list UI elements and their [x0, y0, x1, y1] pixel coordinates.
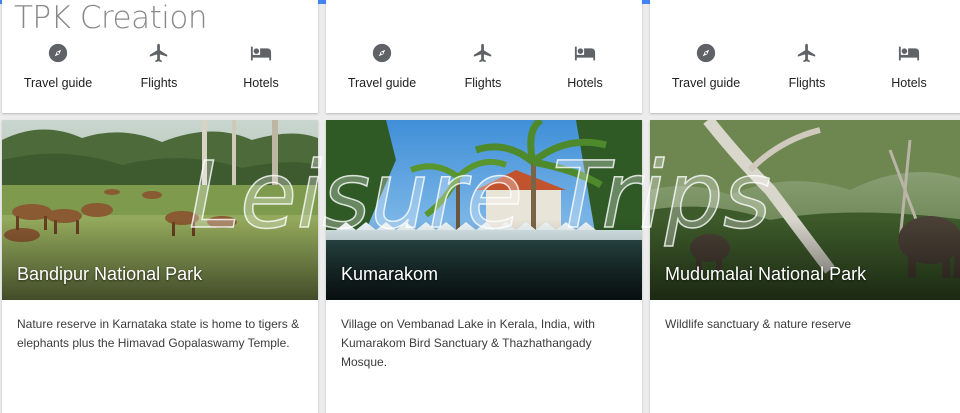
destination-photo[interactable]: Kumarakom	[326, 120, 642, 300]
flights-label: Flights	[788, 76, 826, 90]
destination-column: Travel guide Flights Hotels	[650, 0, 960, 413]
travel-guide-button[interactable]: Travel guide	[651, 42, 761, 90]
compass-icon	[651, 42, 761, 66]
actions-card: Travel guide Flights Hotels	[326, 0, 642, 113]
destination-card[interactable]: Kumarakom Village on Vembanad Lake in Ke…	[326, 120, 642, 413]
destination-title: Bandipur National Park	[17, 264, 203, 284]
destination-title: Mudumalai National Park	[665, 264, 867, 284]
hotels-label: Hotels	[891, 76, 927, 90]
hotels-label: Hotels	[243, 76, 279, 90]
travel-guide-label: Travel guide	[23, 76, 93, 90]
destination-card[interactable]: Bandipur National Park Nature reserve in…	[2, 120, 318, 413]
destination-description: Wildlife sanctuary & nature reserve	[665, 317, 852, 331]
destination-description: Nature reserve in Karnataka state is hom…	[17, 317, 300, 350]
compass-icon	[3, 42, 113, 66]
flights-label: Flights	[464, 76, 502, 90]
bed-icon	[206, 42, 316, 66]
bed-icon	[530, 42, 640, 66]
flights-button[interactable]: Flights	[752, 42, 862, 90]
airplane-icon	[104, 42, 214, 66]
travel-guide-label: Travel guide	[671, 76, 741, 90]
travel-guide-button[interactable]: Travel guide	[327, 42, 437, 90]
hotels-button[interactable]: Hotels	[530, 42, 640, 90]
destination-photo[interactable]: Bandipur National Park	[2, 120, 318, 300]
bed-icon	[854, 42, 960, 66]
destination-card[interactable]: Mudumalai National Park Wildlife sanctua…	[650, 120, 960, 413]
destination-column: Travel guide Flights Hotels	[2, 0, 318, 413]
flights-label: Flights	[140, 76, 178, 90]
flights-button[interactable]: Flights	[428, 42, 538, 90]
hotels-label: Hotels	[567, 76, 603, 90]
airplane-icon	[428, 42, 538, 66]
brand-watermark: TPK Creation	[14, 0, 207, 36]
airplane-icon	[752, 42, 862, 66]
travel-guide-label: Travel guide	[347, 76, 417, 90]
destination-title: Kumarakom	[341, 264, 439, 284]
flights-button[interactable]: Flights	[104, 42, 214, 90]
destination-photo[interactable]: Mudumalai National Park	[650, 120, 960, 300]
hotels-button[interactable]: Hotels	[854, 42, 960, 90]
destination-description: Village on Vembanad Lake in Kerala, Indi…	[341, 317, 595, 369]
destination-column: Travel guide Flights Hotels	[326, 0, 642, 413]
compass-icon	[327, 42, 437, 66]
travel-guide-button[interactable]: Travel guide	[3, 42, 113, 90]
hotels-button[interactable]: Hotels	[206, 42, 316, 90]
actions-card: Travel guide Flights Hotels	[650, 0, 960, 113]
